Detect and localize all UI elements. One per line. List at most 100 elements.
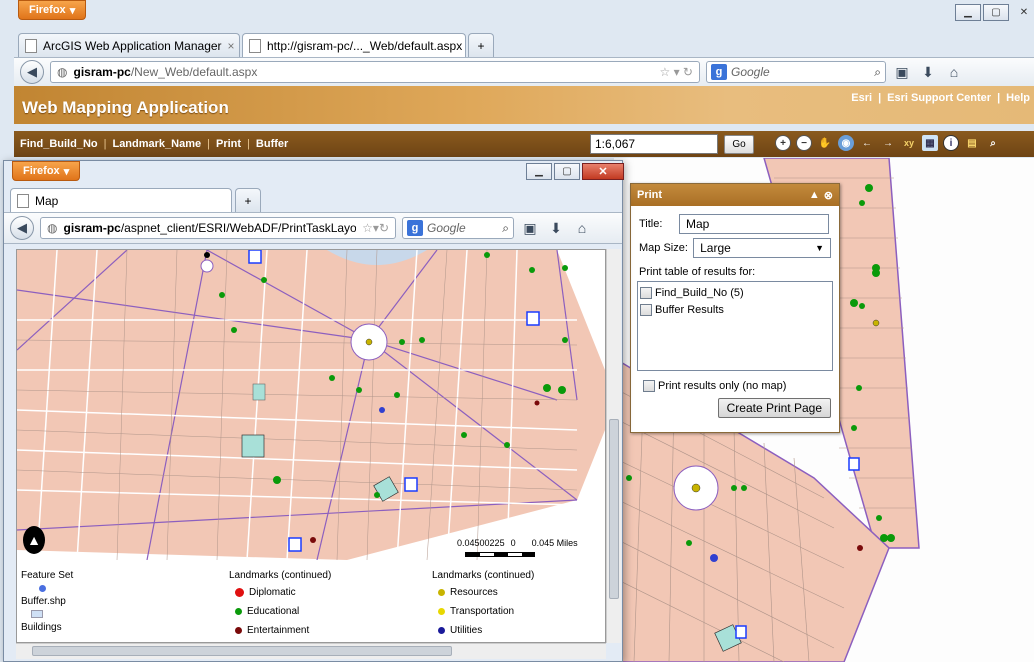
close-panel-icon[interactable]: ⊗ <box>824 189 833 202</box>
back-arrow-icon[interactable]: ◀ <box>20 60 44 84</box>
results-only-label: Print results only (no map) <box>658 379 787 392</box>
print-title-input[interactable]: Map <box>679 214 829 234</box>
back-extent-icon[interactable]: ← <box>859 135 875 151</box>
full-extent-icon[interactable]: ◉ <box>838 135 854 151</box>
url-host: gisram-pc <box>73 65 131 79</box>
legend-item: Resources <box>450 587 498 598</box>
table-item-find-build-no[interactable]: Find_Build_No (5) <box>640 284 830 301</box>
table-item-buffer-results[interactable]: Buffer Results <box>640 301 830 318</box>
scrollbar-thumb[interactable] <box>32 646 452 656</box>
zoom-in-icon[interactable]: + <box>775 135 791 151</box>
bookmarks-icon[interactable]: ▣ <box>892 64 912 81</box>
toolbar-print[interactable]: Print <box>210 138 247 150</box>
close-button[interactable]: ✕ <box>582 163 624 180</box>
address-bar[interactable]: ◍ gisram-pc/aspnet_client/ESRI/WebADF/Pr… <box>40 217 396 239</box>
maximize-button[interactable]: ▢ <box>554 163 580 180</box>
results-only-checkbox[interactable] <box>643 379 655 392</box>
toolbox-icon[interactable]: ▤ <box>964 135 980 151</box>
tab-map[interactable]: Map <box>10 188 232 212</box>
maximize-button[interactable]: ▢ <box>983 4 1009 21</box>
checkbox-label: Find_Build_No (5) <box>655 286 744 299</box>
new-tab-button[interactable]: + <box>468 33 494 57</box>
create-print-page-button[interactable]: Create Print Page <box>717 398 831 418</box>
toolbar-landmark-name[interactable]: Landmark_Name <box>106 138 207 150</box>
tab-web-default[interactable]: http://gisram-pc/..._Web/default.aspx × <box>242 33 466 57</box>
legend-item: Educational <box>247 606 300 617</box>
go-button[interactable]: Go <box>724 135 754 154</box>
globe-icon: ◍ <box>57 65 68 79</box>
dropdown-arrow-icon: ▾ <box>69 4 76 17</box>
legend-col-3: Landmarks (continued) Resources Transpor… <box>432 570 534 636</box>
link-esri[interactable]: Esri <box>851 92 872 104</box>
download-icon[interactable]: ⬇ <box>546 220 566 237</box>
link-help[interactable]: Help <box>1006 92 1030 104</box>
map-legend: Feature Set Buffer.shp Buildings Landmar… <box>17 562 605 642</box>
create-row: Create Print Page <box>631 394 839 422</box>
toolbar-find-build-no[interactable]: Find_Build_No <box>14 138 104 150</box>
close-tab-icon[interactable]: × <box>228 39 235 53</box>
scalebar-mid: 50 <box>474 538 485 548</box>
scrollbar-thumb[interactable] <box>609 419 619 599</box>
table-results-label: Print table of results for: <box>639 266 756 278</box>
download-icon[interactable]: ⬇ <box>918 64 938 81</box>
address-bar[interactable]: ◍ gisram-pc/New_Web/default.aspx ☆ ▾ ↻ <box>50 61 700 83</box>
educational-icon <box>235 608 242 615</box>
tab-arcgis-manager[interactable]: ArcGIS Web Application Manager × <box>18 33 240 57</box>
search-icon[interactable]: ⌕ <box>502 221 509 236</box>
tab-label: Map <box>35 193 59 208</box>
buffer-point-icon <box>39 585 46 592</box>
measure-icon[interactable]: ▦ <box>922 135 938 151</box>
toolbar-buffer[interactable]: Buffer <box>250 138 294 150</box>
scalebar-left: 0.04 <box>457 538 475 548</box>
firefox-menu-button[interactable]: Firefox ▾ <box>12 161 81 181</box>
print-map-preview[interactable]: ▲ 0.04500225 0 0.045 Miles Feature Set B… <box>16 249 606 643</box>
scalebar-zero: 0 <box>510 538 516 548</box>
link-support-center[interactable]: Esri Support Center <box>887 92 991 104</box>
minimize-button[interactable]: ▁ <box>955 4 981 21</box>
horizontal-scrollbar[interactable] <box>16 643 606 659</box>
window-controls: ▁ ▢ ✕ <box>955 4 1034 21</box>
home-icon[interactable]: ⌂ <box>944 64 964 80</box>
new-tab-button[interactable]: + <box>235 188 261 212</box>
identify-icon[interactable]: i <box>943 135 959 151</box>
scale-input[interactable]: 1:6,067 <box>590 134 718 154</box>
checkbox[interactable] <box>640 286 652 299</box>
print-preview-window: Firefox ▾ ▁ ▢ ✕ Map + ◀ ◍ gisram-pc/aspn… <box>3 160 624 662</box>
pan-icon[interactable]: ✋ <box>817 135 833 151</box>
legend-item: Utilities <box>450 625 483 636</box>
search-box[interactable]: g Google ⌕ <box>706 61 886 83</box>
transportation-icon <box>438 608 445 615</box>
search-icon[interactable]: ⌕ <box>874 65 881 80</box>
collapse-icon[interactable]: ▲ <box>809 189 820 201</box>
xy-icon[interactable]: xy <box>901 135 917 151</box>
chevron-down-icon: ▼ <box>815 243 824 253</box>
home-icon[interactable]: ⌂ <box>572 220 592 236</box>
checkbox[interactable] <box>640 303 652 316</box>
google-icon: g <box>407 220 423 236</box>
diplomatic-icon <box>235 588 244 597</box>
map-canvas <box>17 250 605 561</box>
results-only-row[interactable]: Print results only (no map) <box>643 377 839 394</box>
bookmark-star-icon[interactable]: ☆▾↻ <box>362 221 389 235</box>
page-icon <box>25 38 37 53</box>
firefox-menu-button[interactable]: Firefox ▾ <box>18 0 87 20</box>
back-arrow-icon[interactable]: ◀ <box>10 216 34 240</box>
bookmark-star-icon[interactable]: ☆ ▾ ↻ <box>659 65 693 79</box>
map-tools: + − ✋ ◉ ← → xy ▦ i ▤ ⌕ <box>775 135 1001 151</box>
legend-title: Landmarks (continued) <box>229 570 332 581</box>
search-map-icon[interactable]: ⌕ <box>985 135 1001 151</box>
scalebar-right: 0.045 Miles <box>531 538 578 548</box>
tab-label: ArcGIS Web Application Manager <box>43 38 222 53</box>
zoom-out-icon[interactable]: − <box>796 135 812 151</box>
search-box[interactable]: g Google ⌕ <box>402 217 514 239</box>
map-size-select[interactable]: Large ▼ <box>693 238 831 258</box>
legend-item: Buffer.shp <box>21 596 66 607</box>
close-button[interactable]: ✕ <box>1011 4 1034 21</box>
vertical-scrollbar[interactable] <box>606 249 621 643</box>
forward-extent-icon[interactable]: → <box>880 135 896 151</box>
legend-title: Landmarks (continued) <box>432 570 535 581</box>
bookmarks-icon[interactable]: ▣ <box>520 220 540 237</box>
scale-bar-graphic <box>465 552 535 557</box>
firefox-menu-label: Firefox <box>23 165 60 177</box>
minimize-button[interactable]: ▁ <box>526 163 552 180</box>
